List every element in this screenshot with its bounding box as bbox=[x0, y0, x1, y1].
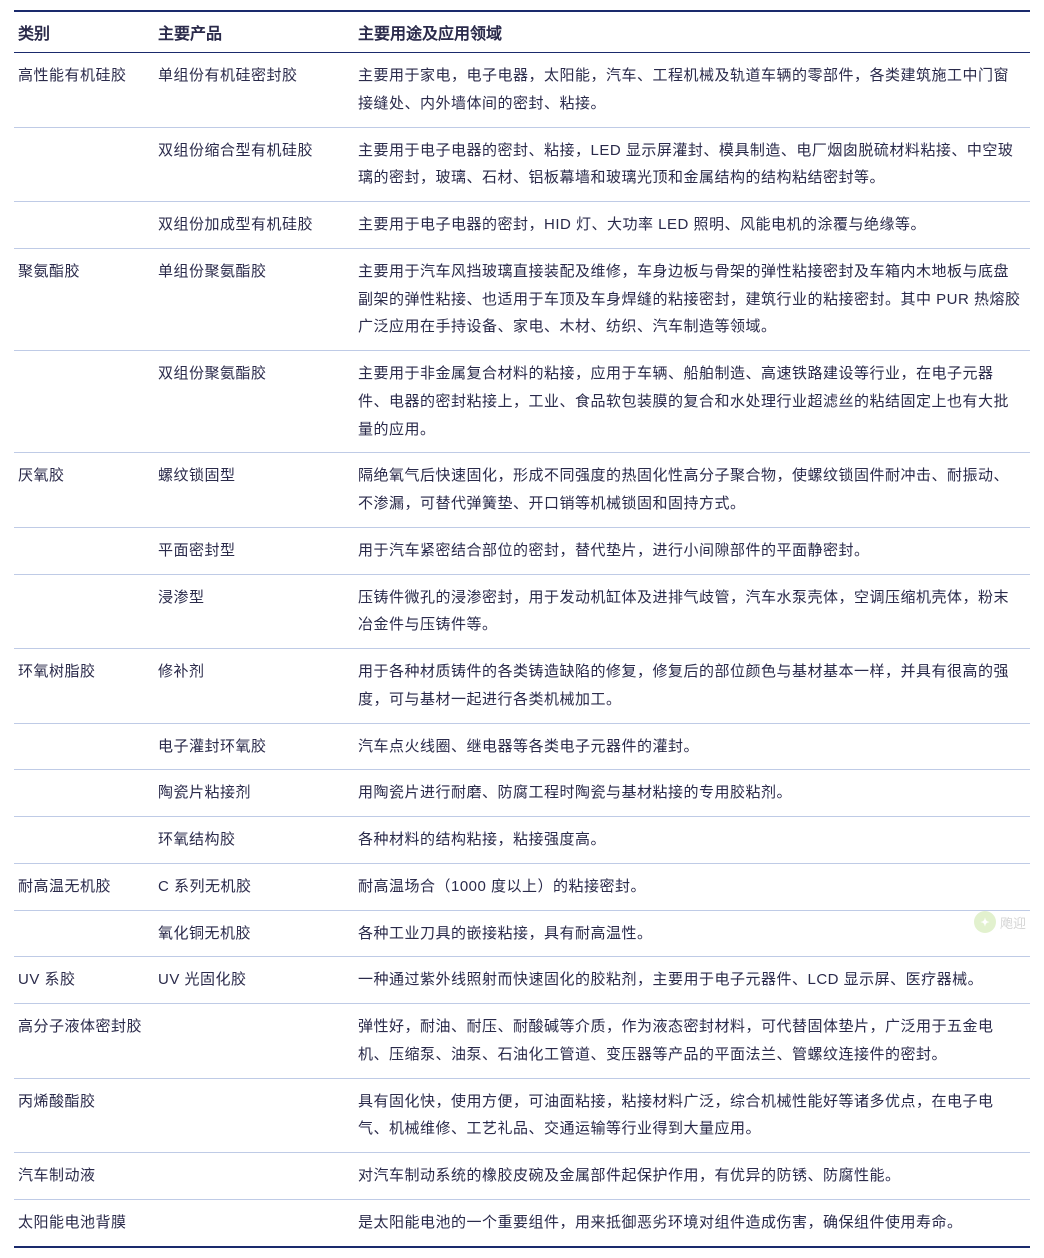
cell-product: 陶瓷片粘接剂 bbox=[154, 770, 354, 817]
cell-usage: 一种通过紫外线照射而快速固化的胶粘剂，主要用于电子元器件、LCD 显示屏、医疗器… bbox=[354, 957, 1030, 1004]
cell-product: 修补剂 bbox=[154, 649, 354, 724]
cell-product bbox=[154, 1004, 354, 1079]
table-row: 双组份缩合型有机硅胶主要用于电子电器的密封、粘接，LED 显示屏灌封、模具制造、… bbox=[14, 127, 1030, 202]
cell-usage: 弹性好，耐油、耐压、耐酸碱等介质，作为液态密封材料，可代替固体垫片，广泛用于五金… bbox=[354, 1004, 1030, 1079]
cell-category bbox=[14, 723, 154, 770]
table-row: 厌氧胶螺纹锁固型隔绝氧气后快速固化，形成不同强度的热固化性高分子聚合物，使螺纹锁… bbox=[14, 453, 1030, 528]
cell-category: 环氧树脂胶 bbox=[14, 649, 154, 724]
cell-category bbox=[14, 817, 154, 864]
cell-product: 双组份加成型有机硅胶 bbox=[154, 202, 354, 249]
table-row: 高分子液体密封胶 弹性好，耐油、耐压、耐酸碱等介质，作为液态密封材料，可代替固体垫… bbox=[14, 1004, 1030, 1079]
cell-category: 聚氨酯胶 bbox=[14, 248, 154, 350]
cell-product: 环氧结构胶 bbox=[154, 817, 354, 864]
cell-usage: 各种工业刀具的嵌接粘接，具有耐高温性。 bbox=[354, 910, 1030, 957]
header-category: 类别 bbox=[14, 11, 154, 53]
cell-product bbox=[154, 1199, 354, 1246]
table-row: 太阳能电池背膜 是太阳能电池的一个重要组件，用来抵御恶劣环境对组件造成伤害，确保组… bbox=[14, 1199, 1030, 1246]
cell-usage: 具有固化快，使用方便，可油面粘接，粘接材料广泛，综合机械性能好等诸多优点，在电子… bbox=[354, 1078, 1030, 1153]
cell-usage: 压铸件微孔的浸渗密封，用于发动机缸体及进排气歧管，汽车水泵壳体，空调压缩机壳体，… bbox=[354, 574, 1030, 649]
cell-category: 耐高温无机胶 bbox=[14, 863, 154, 910]
header-product: 主要产品 bbox=[154, 11, 354, 53]
header-usage: 主要用途及应用领域 bbox=[354, 11, 1030, 53]
cell-product: UV 光固化胶 bbox=[154, 957, 354, 1004]
cell-usage: 主要用于非金属复合材料的粘接，应用于车辆、船舶制造、高速铁路建设等行业，在电子元… bbox=[354, 351, 1030, 453]
table-row: 环氧树脂胶修补剂用于各种材质铸件的各类铸造缺陷的修复，修复后的部位颜色与基材基本… bbox=[14, 649, 1030, 724]
cell-category: 高性能有机硅胶 bbox=[14, 53, 154, 128]
header-row: 类别 主要产品 主要用途及应用领域 bbox=[14, 11, 1030, 53]
cell-product: 氧化铜无机胶 bbox=[154, 910, 354, 957]
cell-product: C 系列无机胶 bbox=[154, 863, 354, 910]
table-row: 电子灌封环氧胶汽车点火线圈、继电器等各类电子元器件的灌封。 bbox=[14, 723, 1030, 770]
cell-usage: 用于汽车紧密结合部位的密封，替代垫片，进行小间隙部件的平面静密封。 bbox=[354, 527, 1030, 574]
cell-usage: 主要用于电子电器的密封，HID 灯、大功率 LED 照明、风能电机的涂覆与绝缘等… bbox=[354, 202, 1030, 249]
adhesive-classification-table: 类别 主要产品 主要用途及应用领域 高性能有机硅胶单组份有机硅密封胶主要用于家电… bbox=[14, 10, 1030, 1248]
cell-product: 电子灌封环氧胶 bbox=[154, 723, 354, 770]
table-row: 耐高温无机胶C 系列无机胶耐高温场合（1000 度以上）的粘接密封。 bbox=[14, 863, 1030, 910]
cell-product: 双组份缩合型有机硅胶 bbox=[154, 127, 354, 202]
cell-product: 单组份有机硅密封胶 bbox=[154, 53, 354, 128]
cell-usage: 用陶瓷片进行耐磨、防腐工程时陶瓷与基材粘接的专用胶粘剂。 bbox=[354, 770, 1030, 817]
cell-category bbox=[14, 527, 154, 574]
cell-usage: 耐高温场合（1000 度以上）的粘接密封。 bbox=[354, 863, 1030, 910]
cell-category bbox=[14, 127, 154, 202]
cell-category: 厌氧胶 bbox=[14, 453, 154, 528]
cell-usage: 主要用于家电，电子电器，太阳能，汽车、工程机械及轨道车辆的零部件，各类建筑施工中… bbox=[354, 53, 1030, 128]
table-row: 平面密封型用于汽车紧密结合部位的密封，替代垫片，进行小间隙部件的平面静密封。 bbox=[14, 527, 1030, 574]
cell-product: 螺纹锁固型 bbox=[154, 453, 354, 528]
cell-usage: 对汽车制动系统的橡胶皮碗及金属部件起保护作用，有优异的防锈、防腐性能。 bbox=[354, 1153, 1030, 1200]
cell-product bbox=[154, 1078, 354, 1153]
table-row: 双组份加成型有机硅胶主要用于电子电器的密封，HID 灯、大功率 LED 照明、风… bbox=[14, 202, 1030, 249]
table-row: 环氧结构胶各种材料的结构粘接，粘接强度高。 bbox=[14, 817, 1030, 864]
table-row: 汽车制动液 对汽车制动系统的橡胶皮碗及金属部件起保护作用，有优异的防锈、防腐性能。 bbox=[14, 1153, 1030, 1200]
cell-product: 平面密封型 bbox=[154, 527, 354, 574]
cell-category: 太阳能电池背膜 bbox=[14, 1199, 154, 1246]
cell-category: 丙烯酸酯胶 bbox=[14, 1078, 154, 1153]
cell-product: 单组份聚氨酯胶 bbox=[154, 248, 354, 350]
table-row: 丙烯酸酯胶 具有固化快，使用方便，可油面粘接，粘接材料广泛，综合机械性能好等诸多优… bbox=[14, 1078, 1030, 1153]
cell-product bbox=[154, 1153, 354, 1200]
table-row: 聚氨酯胶单组份聚氨酯胶主要用于汽车风挡玻璃直接装配及维修，车身边板与骨架的弹性粘… bbox=[14, 248, 1030, 350]
cell-category: UV 系胶 bbox=[14, 957, 154, 1004]
cell-usage: 是太阳能电池的一个重要组件，用来抵御恶劣环境对组件造成伤害，确保组件使用寿命。 bbox=[354, 1199, 1030, 1246]
table-row: 双组份聚氨酯胶主要用于非金属复合材料的粘接，应用于车辆、船舶制造、高速铁路建设等… bbox=[14, 351, 1030, 453]
cell-usage: 用于各种材质铸件的各类铸造缺陷的修复，修复后的部位颜色与基材基本一样，并具有很高… bbox=[354, 649, 1030, 724]
cell-usage: 主要用于电子电器的密封、粘接，LED 显示屏灌封、模具制造、电厂烟囱脱硫材料粘接… bbox=[354, 127, 1030, 202]
cell-product: 浸渗型 bbox=[154, 574, 354, 649]
table-row: 浸渗型压铸件微孔的浸渗密封，用于发动机缸体及进排气歧管，汽车水泵壳体，空调压缩机… bbox=[14, 574, 1030, 649]
cell-category bbox=[14, 770, 154, 817]
cell-usage: 汽车点火线圈、继电器等各类电子元器件的灌封。 bbox=[354, 723, 1030, 770]
table-row: 氧化铜无机胶各种工业刀具的嵌接粘接，具有耐高温性。 bbox=[14, 910, 1030, 957]
cell-usage: 主要用于汽车风挡玻璃直接装配及维修，车身边板与骨架的弹性粘接密封及车箱内木地板与… bbox=[354, 248, 1030, 350]
cell-category bbox=[14, 202, 154, 249]
table-row: 高性能有机硅胶单组份有机硅密封胶主要用于家电，电子电器，太阳能，汽车、工程机械及… bbox=[14, 53, 1030, 128]
cell-category: 高分子液体密封胶 bbox=[14, 1004, 154, 1079]
cell-usage: 隔绝氧气后快速固化，形成不同强度的热固化性高分子聚合物，使螺纹锁固件耐冲击、耐振… bbox=[354, 453, 1030, 528]
cell-category bbox=[14, 351, 154, 453]
table-row: 陶瓷片粘接剂用陶瓷片进行耐磨、防腐工程时陶瓷与基材粘接的专用胶粘剂。 bbox=[14, 770, 1030, 817]
cell-category: 汽车制动液 bbox=[14, 1153, 154, 1200]
cell-category bbox=[14, 910, 154, 957]
cell-category bbox=[14, 574, 154, 649]
table-row: UV 系胶UV 光固化胶一种通过紫外线照射而快速固化的胶粘剂，主要用于电子元器件… bbox=[14, 957, 1030, 1004]
cell-product: 双组份聚氨酯胶 bbox=[154, 351, 354, 453]
cell-usage: 各种材料的结构粘接，粘接强度高。 bbox=[354, 817, 1030, 864]
